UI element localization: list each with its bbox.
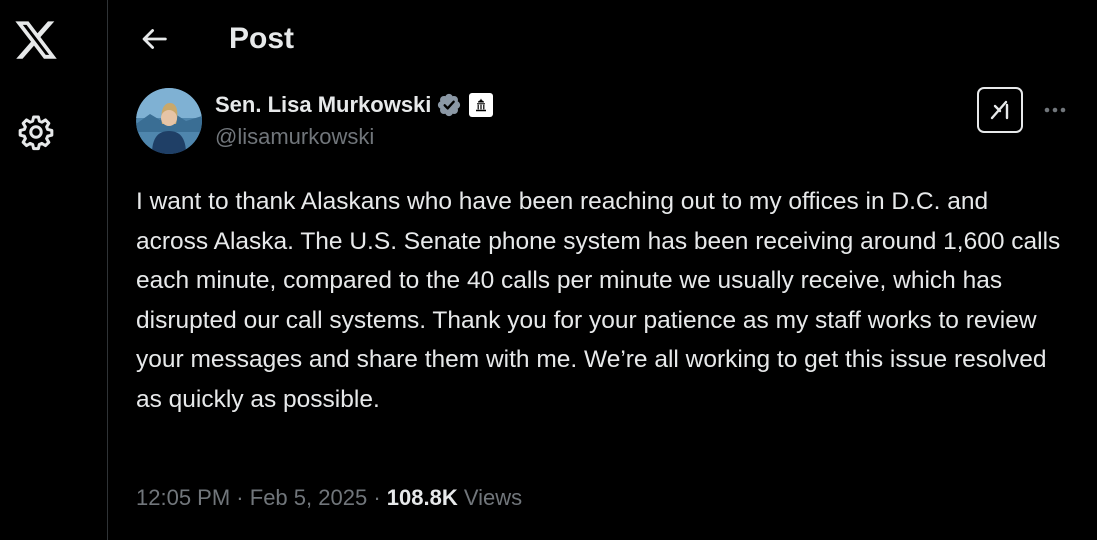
post-date[interactable]: Feb 5, 2025 [250, 485, 367, 510]
more-icon[interactable] [1041, 96, 1069, 124]
back-arrow-icon[interactable] [137, 22, 171, 56]
page-title: Post [229, 22, 295, 55]
views-count[interactable]: 108.8K [387, 485, 458, 510]
gear-icon[interactable] [17, 113, 55, 151]
grok-icon [990, 100, 1009, 120]
grok-button[interactable] [977, 87, 1023, 133]
author-row: Sen. Lisa Murkowski [215, 90, 494, 120]
verified-badge-icon[interactable] [436, 92, 462, 118]
views-label: Views [463, 485, 523, 510]
avatar[interactable] [136, 88, 202, 154]
post-meta: 12:05 PM · Feb 5, 2025 · 108.8K Views [136, 485, 522, 511]
author-name[interactable]: Sen. Lisa Murkowski [215, 92, 431, 118]
author-handle[interactable]: @lisamurkowski [215, 124, 374, 150]
x-logo-icon[interactable] [13, 17, 59, 63]
post-detail: Post Sen. Lisa Murkowski @lisamurkowski … [109, 0, 1097, 540]
government-badge[interactable] [469, 93, 494, 117]
post-time[interactable]: 12:05 PM [136, 485, 230, 510]
sidebar [0, 0, 108, 540]
post-text: I want to thank Alaskans who have been r… [136, 188, 1061, 413]
meta-separator: · [236, 485, 244, 510]
government-building-icon [476, 98, 487, 112]
meta-separator: · [373, 485, 381, 510]
